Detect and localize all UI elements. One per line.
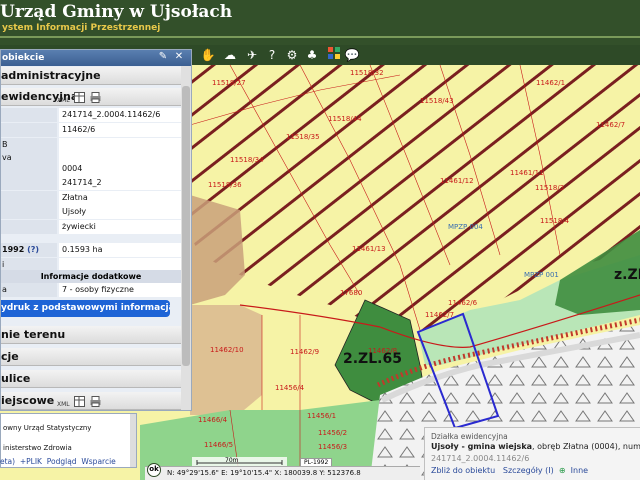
infobox-id: 241714_2.0004.11462/6 [431, 454, 530, 463]
parcel-label: 11456/1 [307, 412, 336, 420]
section-label: administracyjne [1, 69, 101, 82]
parcel-label: 11462/9 [290, 348, 319, 356]
header-divider [0, 36, 640, 38]
footer-link[interactable]: Wsparcie [81, 457, 115, 466]
xml-link[interactable]: XML [57, 92, 70, 105]
parcel-label: 11456/2 [318, 429, 347, 437]
parcel-label: 11518/32 [350, 69, 384, 77]
info-row: B [1, 138, 181, 152]
parcel-label: 11518/34 [230, 156, 264, 164]
zone-code-label-right: z.ZL [614, 267, 640, 283]
info-row-owner: a7 - osoby fizyczne [1, 283, 181, 297]
xml-link[interactable]: XML [57, 396, 70, 409]
panel-scrollbar[interactable] [181, 66, 191, 410]
section-places[interactable]: iejscowe XML [1, 392, 181, 410]
footer-link[interactable]: +PLIK [20, 457, 42, 466]
print-icon[interactable] [90, 91, 101, 103]
parcel-info-box: Działka ewidencyjna Ujsoły - gmina wiejs… [424, 427, 640, 480]
section-registry[interactable]: ewidencyjna XML [1, 88, 181, 106]
info-row: Złatna [1, 191, 181, 205]
grid-colors-icon[interactable] [326, 47, 342, 63]
info-row: 241714_2.0004.11462/6 [1, 108, 181, 122]
app-subtitle: ystem Informacji Przestrzennej [2, 23, 161, 33]
section-streets[interactable]: ulice [1, 370, 181, 388]
object-info-panel: obiekcie ✎ ✕ administracyjne ewidencyjna… [0, 49, 192, 411]
app-header: Urząd Gminy w Ujsołach ystem Informacji … [0, 0, 640, 45]
layer-item[interactable]: owny Urząd Statystyczny [3, 424, 91, 432]
parcel-label: 11462/7 [425, 311, 454, 319]
parcel-label: 11518/27 [212, 79, 246, 87]
scale-bar [192, 457, 287, 466]
parcel-label: 11461/11 [510, 169, 544, 177]
bird-icon[interactable]: ✈ [244, 47, 260, 63]
hand-icon[interactable]: ✋ [200, 47, 216, 63]
section-terrain[interactable]: nie terenu [1, 326, 181, 344]
scale-label: 70m [225, 457, 239, 464]
parcel-label: 11518/44 [328, 115, 362, 123]
gear-icon[interactable]: ⚙ [284, 47, 300, 63]
footer-links: eta) +PLIK Podgląd Wsparcie [0, 456, 140, 468]
table-icon[interactable] [74, 395, 85, 407]
zone-brown-lower [190, 305, 262, 415]
footer-link[interactable]: eta) [0, 457, 15, 466]
ok-button[interactable]: ok [147, 463, 161, 477]
cloud-icon[interactable]: ☁ [222, 47, 238, 63]
zone-code-label: 2.ZL.65 [343, 351, 402, 367]
parcel-label: 11461/12 [440, 177, 474, 185]
plus-icon[interactable]: ⊕ [559, 466, 566, 475]
print-icon[interactable] [90, 395, 101, 407]
zone-label-mpzp-001: MPZP 001 [524, 271, 559, 279]
scrollbar-thumb[interactable] [182, 86, 190, 366]
tree-icon[interactable]: ♣ [304, 47, 320, 63]
parcel-label: 11518/35 [286, 133, 320, 141]
parcel-label: 11456/4 [275, 384, 305, 392]
infobox-main: Ujsoły - gmina wiejska, obręb Złatna (00… [431, 442, 640, 451]
infobox-heading: Działka ewidencyjna [431, 432, 508, 441]
other-link[interactable]: Inne [571, 466, 588, 475]
section-cje[interactable]: cje [1, 348, 181, 366]
info-row: żywiecki [1, 220, 181, 234]
parcel-label: 11462/7 [596, 121, 625, 129]
edit-icon[interactable]: ✎ [157, 51, 169, 62]
coordinate-bar: N: 49°29'15.6" E: 19°10'15.4" X: 180039.… [145, 466, 420, 480]
table-icon[interactable] [74, 91, 85, 103]
help-link[interactable]: (?) [27, 245, 39, 254]
parcel-label: 11518/3 [535, 184, 564, 192]
parcel-label: 11518/43 [420, 97, 454, 105]
info-row: 0004 [1, 162, 181, 176]
info-row: 241714_2 [1, 176, 181, 190]
zoom-to-object-link[interactable]: Zbliż do obiektu [431, 466, 495, 475]
app-title: Urząd Gminy w Ujsołach [0, 2, 233, 22]
close-icon[interactable]: ✕ [173, 51, 185, 62]
additional-info-header: Informacje dodatkowe [1, 270, 181, 283]
coordinates-readout: N: 49°29'15.6" E: 19°10'15.4" X: 180039.… [167, 469, 361, 477]
parcel-label: 11466/4 [198, 416, 228, 424]
details-link[interactable]: Szczegóły (I) [503, 466, 554, 475]
speech-icon[interactable]: 💬 [344, 47, 360, 63]
parcel-label: 11462/10 [210, 346, 244, 354]
parcel-label: 11462/6 [448, 299, 478, 307]
parcel-label: 11518/36 [208, 181, 242, 189]
info-row: 11462/6 [1, 123, 181, 137]
parcel-label: 11456/3 [318, 443, 347, 451]
question-icon[interactable]: ? [264, 47, 280, 63]
parcel-label: 11466/5 [204, 441, 233, 449]
infobox-actions: Zbliż do obiektu Szczegóły (I) ⊕ Inne [431, 466, 588, 475]
footer-link[interactable]: Podgląd [47, 457, 77, 466]
zone-label-mpzp-004: MPZP 004 [448, 223, 483, 231]
parcel-label: 11461/13 [352, 245, 386, 253]
layer-item[interactable]: inisterstwo Zdrowia [3, 444, 72, 452]
section-administrative[interactable]: administracyjne [1, 67, 181, 85]
info-row-area: 1992 (?) 0.1593 ha [1, 243, 181, 257]
parcel-label: 11518/4 [540, 217, 570, 225]
parcel-label: 17680 [340, 289, 362, 297]
print-summary-button[interactable]: ydruk z podstawowymi informacjami [1, 300, 170, 317]
info-row: Ujsoły [1, 205, 181, 219]
parcel-label: 11462/1 [536, 79, 565, 87]
